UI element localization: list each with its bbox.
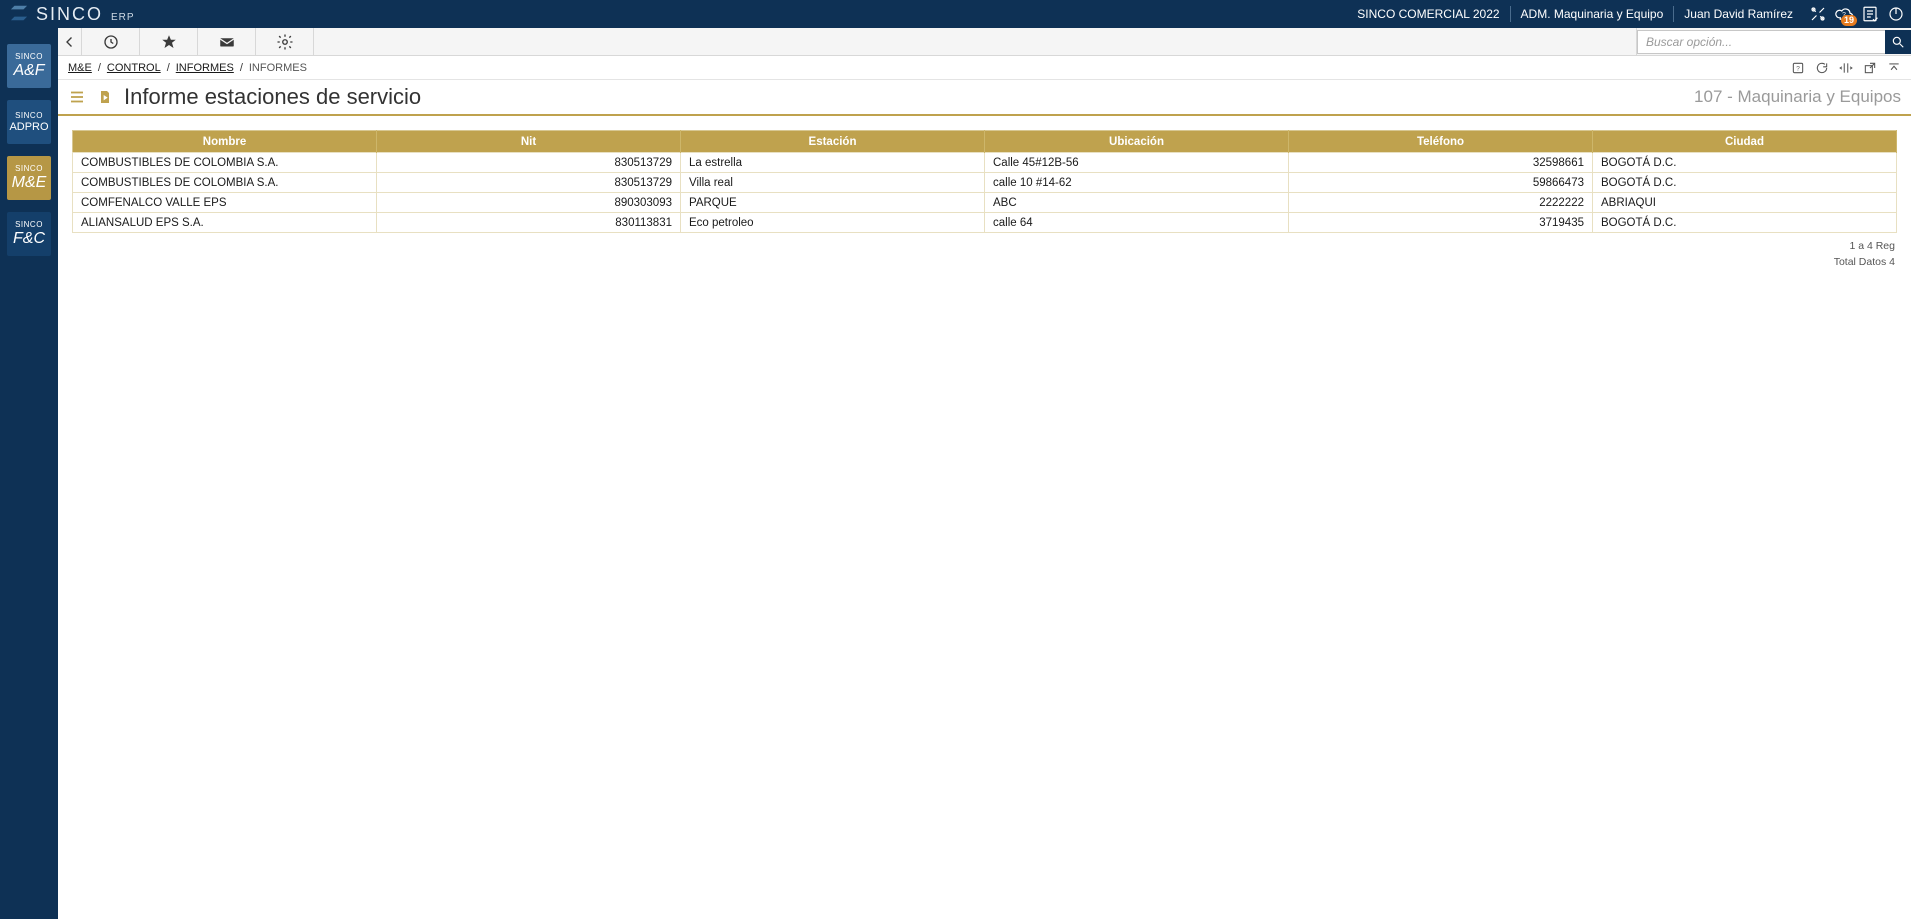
help-icon[interactable]: ? (1791, 61, 1805, 75)
brand-name: SINCO (36, 4, 103, 25)
cell-estacion: La estrella (681, 153, 985, 173)
tools-icon[interactable] (1809, 5, 1827, 23)
app-label: F&C (13, 231, 45, 247)
divider (1673, 6, 1674, 22)
footer-total: Total Datos 4 (72, 255, 1895, 271)
main-toolbar (58, 28, 1911, 56)
brand: SINCO ERP (8, 4, 135, 25)
crumb-current: INFORMES (249, 62, 307, 74)
split-icon[interactable] (1839, 61, 1853, 75)
context-label: 107 - Maquinaria y Equipos (1694, 87, 1901, 107)
cell-ciudad: ABRIAQUI (1593, 193, 1897, 213)
col-nombre[interactable]: Nombre (73, 131, 377, 153)
table-row[interactable]: ALIANSALUD EPS S.A.830113831Eco petroleo… (73, 213, 1897, 233)
table-header-row: Nombre Nit Estación Ubicación Teléfono C… (73, 131, 1897, 153)
col-telefono[interactable]: Teléfono (1289, 131, 1593, 153)
cell-estacion: PARQUE (681, 193, 985, 213)
cell-nit: 830513729 (377, 173, 681, 193)
cell-ciudad: BOGOTÁ D.C. (1593, 173, 1897, 193)
app-icon-fc[interactable]: SINCO F&C (7, 212, 51, 256)
app-sup: SINCO (15, 221, 43, 229)
app-icon-adpro[interactable]: SINCO ADPRO (7, 100, 51, 144)
cell-nombre: COMBUSTIBLES DE COLOMBIA S.A. (73, 153, 377, 173)
topbar: SINCO ERP SINCO COMERCIAL 2022 ADM. Maqu… (0, 0, 1911, 28)
app-sup: SINCO (15, 165, 43, 173)
crumb-me[interactable]: M&E (68, 62, 92, 74)
cell-nit: 830513729 (377, 153, 681, 173)
page-title: Informe estaciones de servicio (124, 84, 421, 110)
topbar-right: SINCO COMERCIAL 2022 ADM. Maquinaria y E… (1357, 5, 1905, 23)
app-rail: SINCO A&F SINCO ADPRO SINCO M&E SINCO F&… (0, 28, 58, 919)
breadcrumb: M&E/ CONTROL/ INFORMES/ INFORMES (68, 62, 307, 74)
content-area: Nombre Nit Estación Ubicación Teléfono C… (58, 116, 1911, 919)
power-icon[interactable] (1887, 5, 1905, 23)
table-row[interactable]: COMFENALCO VALLE EPS890303093PARQUEABC22… (73, 193, 1897, 213)
favorites-button[interactable] (140, 28, 198, 55)
refresh-icon[interactable] (1815, 61, 1829, 75)
collapse-up-icon[interactable] (1887, 61, 1901, 75)
cell-nombre: ALIANSALUD EPS S.A. (73, 213, 377, 233)
col-nit[interactable]: Nit (377, 131, 681, 153)
company-label[interactable]: SINCO COMERCIAL 2022 (1357, 7, 1499, 21)
app-sup: SINCO (15, 53, 43, 61)
app-label: ADPRO (9, 122, 48, 133)
search-input[interactable] (1637, 30, 1885, 54)
checklist-icon[interactable] (1861, 5, 1879, 23)
history-button[interactable] (82, 28, 140, 55)
report-table: Nombre Nit Estación Ubicación Teléfono C… (72, 130, 1897, 233)
menu-icon[interactable] (68, 88, 86, 106)
cell-nombre: COMBUSTIBLES DE COLOMBIA S.A. (73, 173, 377, 193)
col-ciudad[interactable]: Ciudad (1593, 131, 1897, 153)
run-report-icon[interactable] (96, 88, 114, 106)
cell-nit: 830113831 (377, 213, 681, 233)
cell-nit: 890303093 (377, 193, 681, 213)
inbox-button[interactable] (198, 28, 256, 55)
cloud-help-icon[interactable]: ? 19 (1835, 5, 1853, 23)
cell-ciudad: BOGOTÁ D.C. (1593, 153, 1897, 173)
cell-telefono: 32598661 (1289, 153, 1593, 173)
breadcrumb-row: M&E/ CONTROL/ INFORMES/ INFORMES ? (58, 56, 1911, 80)
settings-button[interactable] (256, 28, 314, 55)
app-sup: SINCO (15, 112, 43, 120)
brand-logo-icon (8, 4, 30, 25)
divider (1510, 6, 1511, 22)
user-label[interactable]: Juan David Ramírez (1684, 7, 1793, 21)
cell-estacion: Villa real (681, 173, 985, 193)
cell-nombre: COMFENALCO VALLE EPS (73, 193, 377, 213)
cell-telefono: 2222222 (1289, 193, 1593, 213)
notification-badge: 19 (1841, 15, 1857, 26)
app-label: A&F (13, 63, 44, 79)
cell-ubicacion: Calle 45#12B-56 (985, 153, 1289, 173)
footer-range: 1 a 4 Reg (72, 239, 1895, 255)
table-row[interactable]: COMBUSTIBLES DE COLOMBIA S.A.830513729Vi… (73, 173, 1897, 193)
cell-ciudad: BOGOTÁ D.C. (1593, 213, 1897, 233)
cell-telefono: 3719435 (1289, 213, 1593, 233)
col-ubicacion[interactable]: Ubicación (985, 131, 1289, 153)
search-button[interactable] (1885, 30, 1911, 54)
crumb-control[interactable]: CONTROL (107, 62, 161, 74)
app-icon-me[interactable]: SINCO M&E (7, 156, 51, 200)
cell-estacion: Eco petroleo (681, 213, 985, 233)
col-estacion[interactable]: Estación (681, 131, 985, 153)
cell-ubicacion: calle 10 #14-62 (985, 173, 1289, 193)
crumb-informes[interactable]: INFORMES (176, 62, 234, 74)
app-icon-af[interactable]: SINCO A&F (7, 44, 51, 88)
table-row[interactable]: COMBUSTIBLES DE COLOMBIA S.A.830513729La… (73, 153, 1897, 173)
popout-icon[interactable] (1863, 61, 1877, 75)
module-label[interactable]: ADM. Maquinaria y Equipo (1521, 7, 1664, 21)
cell-telefono: 59866473 (1289, 173, 1593, 193)
app-label: M&E (12, 175, 47, 191)
brand-suffix: ERP (111, 12, 135, 25)
cell-ubicacion: ABC (985, 193, 1289, 213)
svg-text:?: ? (1796, 65, 1800, 72)
back-button[interactable] (58, 28, 82, 55)
title-bar: Informe estaciones de servicio 107 - Maq… (58, 80, 1911, 116)
cell-ubicacion: calle 64 (985, 213, 1289, 233)
